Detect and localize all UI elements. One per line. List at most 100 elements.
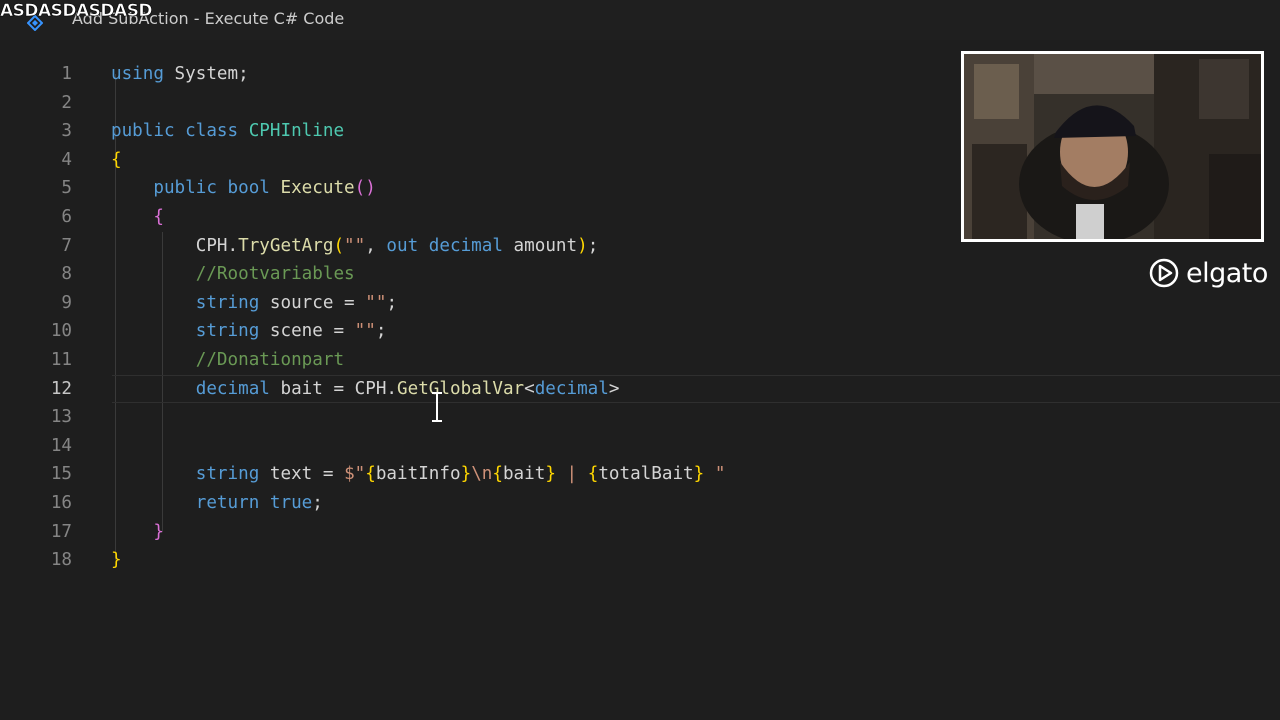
code-token: Execute xyxy=(280,178,355,199)
code-text[interactable]: CPH.TryGetArg("", out decimal amount); xyxy=(111,232,599,261)
code-line[interactable]: 13 xyxy=(0,403,1280,432)
code-text[interactable]: decimal bait = CPH.GetGlobalVar<decimal> xyxy=(111,375,620,404)
code-token: $" xyxy=(344,464,366,485)
code-token: { xyxy=(492,464,503,485)
code-token: ) xyxy=(577,235,588,256)
line-number: 16 xyxy=(50,493,72,513)
code-token: string xyxy=(195,321,260,342)
code-text[interactable]: return true; xyxy=(111,489,323,518)
code-token: totalBait xyxy=(598,464,694,485)
code-token: public xyxy=(153,178,217,199)
code-text[interactable]: { xyxy=(111,203,164,232)
code-line[interactable]: 14 xyxy=(0,432,1280,461)
line-number: 5 xyxy=(61,178,72,199)
code-token: source = xyxy=(259,292,366,313)
code-text[interactable]: //Rootvariables xyxy=(111,260,355,289)
code-text[interactable]: } xyxy=(111,518,164,547)
elgato-logo: elgato xyxy=(1148,256,1268,290)
code-line[interactable]: 18} xyxy=(0,546,1280,575)
code-token: } xyxy=(153,521,164,542)
line-number: 7 xyxy=(61,235,72,256)
code-text[interactable]: string source = ""; xyxy=(111,289,397,318)
code-token: bool xyxy=(227,178,270,199)
line-number: 18 xyxy=(50,550,72,571)
code-line[interactable]: 8 //Rootvariables xyxy=(0,260,1280,289)
code-token: ; xyxy=(312,493,323,513)
code-line[interactable]: 10 string scene = ""; xyxy=(0,317,1280,346)
elgato-logo-text: elgato xyxy=(1186,257,1268,289)
code-token: "" xyxy=(344,235,366,256)
code-token: System; xyxy=(163,64,249,84)
line-number: 1 xyxy=(61,64,72,84)
elgato-icon xyxy=(1149,258,1179,288)
code-token: } xyxy=(111,550,122,571)
line-number: 12 xyxy=(50,378,72,399)
code-line[interactable]: 12 decimal bait = CPH.GetGlobalVar<decim… xyxy=(0,374,1280,404)
line-number: 2 xyxy=(61,92,72,113)
code-text[interactable]: { xyxy=(111,146,122,175)
text-cursor-icon xyxy=(432,392,442,422)
code-token: baitInfo xyxy=(375,464,461,485)
stream-overlay-text: ASDASDASDASD xyxy=(0,1,153,22)
code-token: "" xyxy=(354,321,376,342)
code-token: "" xyxy=(365,292,387,313)
code-token: bait xyxy=(502,464,546,485)
code-token: decimal xyxy=(534,378,609,399)
code-token: < xyxy=(524,378,535,399)
code-token: \n xyxy=(471,464,493,485)
line-number: 3 xyxy=(61,121,72,142)
code-text[interactable]: string scene = ""; xyxy=(111,317,387,346)
code-token: } xyxy=(693,464,705,485)
line-number: 11 xyxy=(50,350,72,370)
code-token: TryGetArg xyxy=(238,235,334,256)
code-token: public xyxy=(111,121,175,142)
webcam-overlay xyxy=(961,51,1264,242)
code-token: class xyxy=(185,121,239,142)
code-token: CPH. xyxy=(111,235,239,256)
code-token: decimal xyxy=(195,378,270,399)
code-token: > xyxy=(608,378,620,399)
code-text[interactable]: public class CPHInline xyxy=(111,117,344,146)
code-line[interactable]: 17 } xyxy=(0,518,1280,547)
code-text[interactable]: using System; xyxy=(111,60,249,89)
line-number: 17 xyxy=(50,521,72,542)
line-number: 14 xyxy=(50,435,72,456)
line-number: 4 xyxy=(61,149,72,170)
code-token: return xyxy=(195,493,260,513)
code-line[interactable]: 15 string text = $"{baitInfo}\n{bait} | … xyxy=(0,460,1280,489)
code-token: amount xyxy=(502,235,578,256)
code-token: ; xyxy=(375,321,387,342)
code-token: () xyxy=(354,178,376,199)
line-number: 10 xyxy=(50,321,72,342)
code-line[interactable]: 11 //Donationpart xyxy=(0,346,1280,375)
code-token: ( xyxy=(333,235,345,256)
code-token: out xyxy=(386,235,419,256)
code-token: bait = CPH. xyxy=(269,378,398,399)
code-line[interactable]: 16 return true; xyxy=(0,489,1280,518)
code-token: { xyxy=(587,464,599,485)
code-token: text = xyxy=(259,464,345,485)
code-token: string xyxy=(195,292,260,313)
code-token: " xyxy=(704,464,726,485)
code-token: using xyxy=(111,64,164,84)
code-text[interactable]: } xyxy=(111,546,122,575)
code-text[interactable]: public bool Execute() xyxy=(111,174,376,203)
code-token: ; xyxy=(587,235,599,256)
line-number: 9 xyxy=(61,292,72,313)
code-text[interactable]: //Donationpart xyxy=(111,346,344,375)
code-line[interactable]: 9 string source = ""; xyxy=(0,289,1280,318)
code-token: } xyxy=(545,464,556,485)
code-text[interactable]: string text = $"{baitInfo}\n{bait} | {to… xyxy=(111,460,726,489)
